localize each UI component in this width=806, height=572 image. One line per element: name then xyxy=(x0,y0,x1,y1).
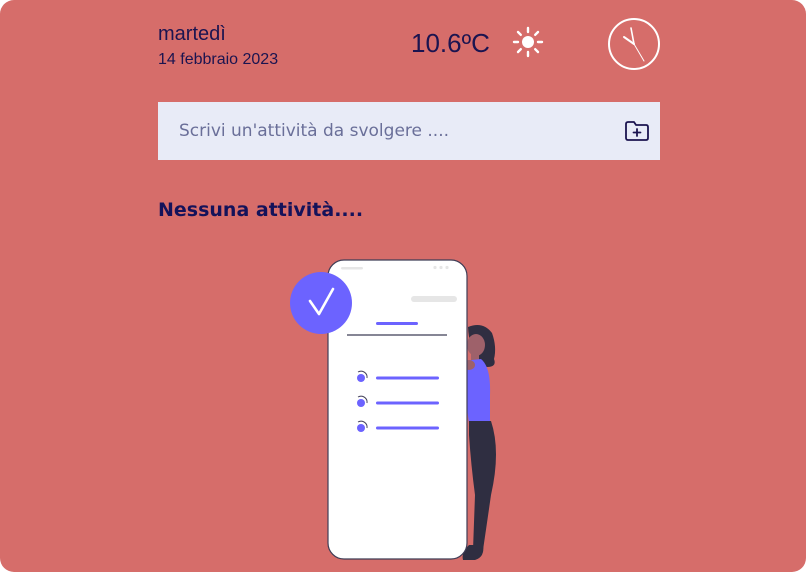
empty-state-message: Nessuna attività.... xyxy=(158,199,364,221)
folder-plus-icon[interactable] xyxy=(624,119,650,143)
task-input[interactable] xyxy=(158,102,608,160)
app-container: martedì 14 febbraio 2023 10.6ºC Nessuna … xyxy=(0,0,806,572)
task-input-bar xyxy=(158,102,660,160)
check-badge-icon xyxy=(290,272,352,334)
woman-with-phone-checklist-illustration xyxy=(290,259,496,560)
clock-icon[interactable] xyxy=(607,17,661,71)
woman-figure xyxy=(462,325,496,560)
date-label: 14 febbraio 2023 xyxy=(158,51,279,68)
weekday-label: martedì xyxy=(158,23,226,45)
sun-icon xyxy=(512,26,544,58)
temperature-label: 10.6ºC xyxy=(411,28,490,58)
